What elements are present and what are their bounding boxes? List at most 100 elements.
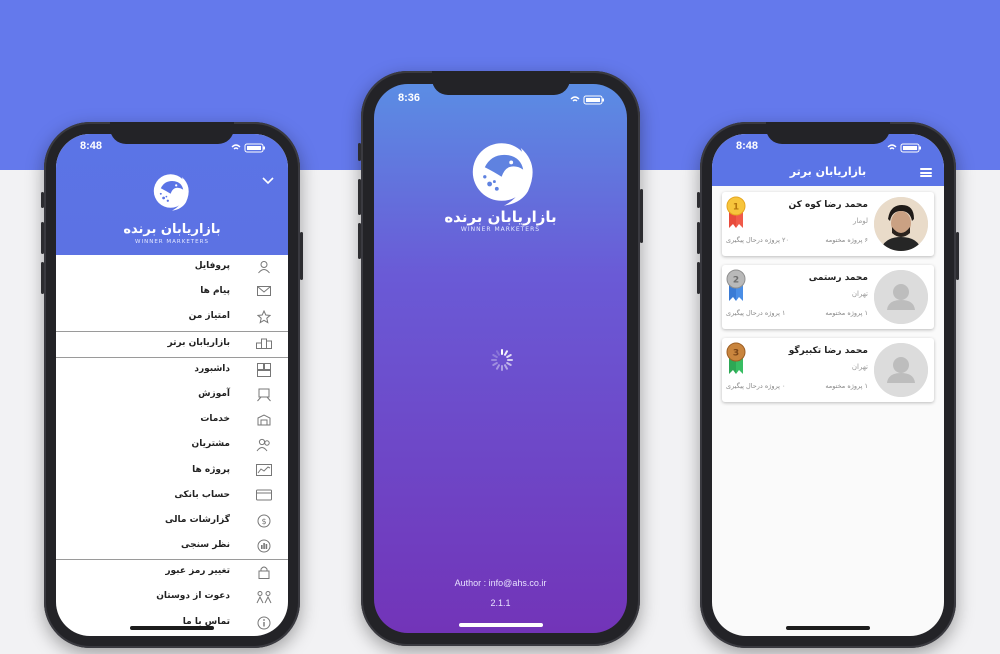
- closed-projects: ۱ پروژه مختومه: [825, 382, 868, 390]
- chevron-down-icon[interactable]: [262, 174, 274, 188]
- home-indicator: [130, 626, 214, 630]
- marketer-name: محمد رضا کوه کن: [788, 200, 868, 210]
- leaderboard-card[interactable]: محمد رستمی تهران ۱ پروژه مختومه ۱ پروژه …: [722, 265, 934, 329]
- closed-projects: ۱ پروژه مختومه: [825, 309, 868, 317]
- menu-item-projects[interactable]: پروژه ها: [56, 459, 288, 484]
- medal-rank: 3: [733, 349, 739, 359]
- closed-projects: ۶ پروژه مختومه: [825, 236, 868, 244]
- leaderboard-screen: بازاریابان برتر محمد رضا کوه کن لومار ۶ …: [712, 134, 944, 636]
- avatar: [874, 270, 928, 324]
- marketer-name: محمد رستمی: [808, 273, 868, 283]
- brand-tagline: WINNER MARKETERS: [460, 226, 541, 233]
- version-text: 2.1.1: [490, 598, 511, 608]
- phone-volume-up: [697, 222, 700, 254]
- phone-volume-down: [41, 262, 44, 294]
- phone-leaderboard: بازاریابان برتر محمد رضا کوه کن لومار ۶ …: [697, 122, 959, 648]
- customers-icon: [256, 438, 272, 452]
- invite-icon: [256, 590, 272, 604]
- home-indicator: [786, 626, 870, 630]
- active-projects: ۲۰ پروژه درحال پیگیری: [726, 236, 790, 244]
- status-time: 8:48: [736, 140, 759, 152]
- panther-logo-icon: [472, 143, 533, 206]
- menu-item-financial-reports[interactable]: $ گزارشات مالی: [56, 509, 288, 534]
- active-projects: ۰ پروژه درحال پیگیری: [726, 382, 786, 390]
- brand-name: بازاریابان برنده: [444, 208, 557, 226]
- splash-screen: بازاریابان برنده WINNER MARKETERS Author…: [374, 84, 627, 633]
- marketer-city: تهران: [851, 363, 868, 371]
- marketer-city: تهران: [851, 290, 868, 298]
- survey-icon: [256, 539, 272, 553]
- avatar: [874, 197, 928, 251]
- projects-icon: [256, 463, 272, 478]
- menu-item-messages[interactable]: پیام ها: [56, 280, 288, 305]
- home-indicator: [458, 623, 543, 627]
- default-avatar-icon: [874, 270, 928, 324]
- phone-volume-up: [358, 179, 361, 215]
- status-bar: 8:36: [374, 92, 627, 108]
- mail-icon: [256, 285, 272, 299]
- user-icon: [256, 260, 272, 274]
- menu-item-top-marketers[interactable]: بازاریابان برتر: [56, 332, 288, 357]
- status-bar: 8:48: [712, 140, 944, 156]
- phone-menu: بازاریابان برنده WINNER MARKETERS پروفای…: [41, 122, 303, 648]
- credit-card-icon: [256, 489, 272, 503]
- status-icons: [570, 95, 604, 105]
- default-avatar-icon: [874, 343, 928, 397]
- menu-item-bank-account[interactable]: حساب بانکی: [56, 484, 288, 509]
- bronze-medal-icon: 3: [726, 342, 746, 374]
- phone-volume-down: [358, 223, 361, 259]
- svg-text:$: $: [261, 517, 266, 526]
- phone-mute-switch: [41, 192, 44, 208]
- loading-spinner: [491, 349, 513, 371]
- menu-item-dashboard[interactable]: داشبورد: [56, 358, 288, 383]
- menu-item-education[interactable]: آموزش: [56, 383, 288, 408]
- menu-item-services[interactable]: خدمات: [56, 408, 288, 433]
- brand-tagline: WINNER MARKETERS: [135, 239, 209, 245]
- phone-power-button: [300, 232, 303, 280]
- leaderboard-card[interactable]: محمد رضا تکبیرگو تهران ۱ پروژه مختومه ۰ …: [722, 338, 934, 402]
- phone-power-button: [640, 189, 643, 243]
- dashboard-icon: [256, 362, 272, 377]
- phone-splash: بازاریابان برنده WINNER MARKETERS Author…: [358, 71, 643, 646]
- menu-item-score[interactable]: امتیاز من: [56, 305, 288, 330]
- page-title: بازاریابان برتر: [789, 165, 867, 178]
- active-projects: ۱ پروژه درحال پیگیری: [726, 309, 786, 317]
- podium-icon: [256, 337, 272, 351]
- silver-medal-icon: 2: [726, 269, 746, 301]
- status-icons: [887, 143, 921, 153]
- gold-medal-icon: 1: [726, 196, 746, 228]
- menu-item-profile[interactable]: پروفایل: [56, 255, 288, 280]
- brand-name: بازاریابان برنده: [123, 222, 221, 237]
- status-time: 8:48: [80, 140, 103, 152]
- panther-logo-icon: [153, 174, 189, 211]
- star-icon: [256, 310, 272, 325]
- finance-icon: $: [256, 514, 272, 528]
- medal-rank: 2: [733, 276, 739, 286]
- lock-icon: [256, 565, 272, 580]
- info-icon: [256, 616, 272, 630]
- avatar: [874, 343, 928, 397]
- menu-list: پروفایل پیام ها امتیاز من بازاریابان برت…: [56, 255, 288, 636]
- medal-rank: 1: [733, 203, 739, 213]
- phone-volume-down: [697, 262, 700, 294]
- marketer-city: لومار: [852, 217, 868, 225]
- menu-item-contact-us[interactable]: تماس با ما: [56, 611, 288, 636]
- leaderboard-card[interactable]: محمد رضا کوه کن لومار ۶ پروژه مختومه ۲۰ …: [722, 192, 934, 256]
- phone-mute-switch: [697, 192, 700, 208]
- phone-power-button: [956, 232, 959, 280]
- marketer-name: محمد رضا تکبیرگو: [788, 346, 868, 356]
- menu-item-change-password[interactable]: تغییر رمز عبور: [56, 560, 288, 585]
- phone-volume-up: [41, 222, 44, 254]
- menu-item-invite-friends[interactable]: دعوت از دوستان: [56, 585, 288, 610]
- education-icon: [256, 388, 272, 402]
- author-text: Author : info@ahs.co.ir: [454, 578, 547, 588]
- status-icons: [231, 143, 265, 153]
- hamburger-menu-icon[interactable]: [920, 168, 932, 177]
- menu-item-customers[interactable]: مشتریان: [56, 433, 288, 458]
- status-bar: 8:48: [56, 140, 288, 156]
- menu-item-survey[interactable]: نظر سنجی: [56, 534, 288, 559]
- services-icon: [256, 413, 272, 427]
- phone-mute-switch: [358, 143, 361, 161]
- status-time: 8:36: [398, 92, 421, 104]
- menu-screen: بازاریابان برنده WINNER MARKETERS پروفای…: [56, 134, 288, 636]
